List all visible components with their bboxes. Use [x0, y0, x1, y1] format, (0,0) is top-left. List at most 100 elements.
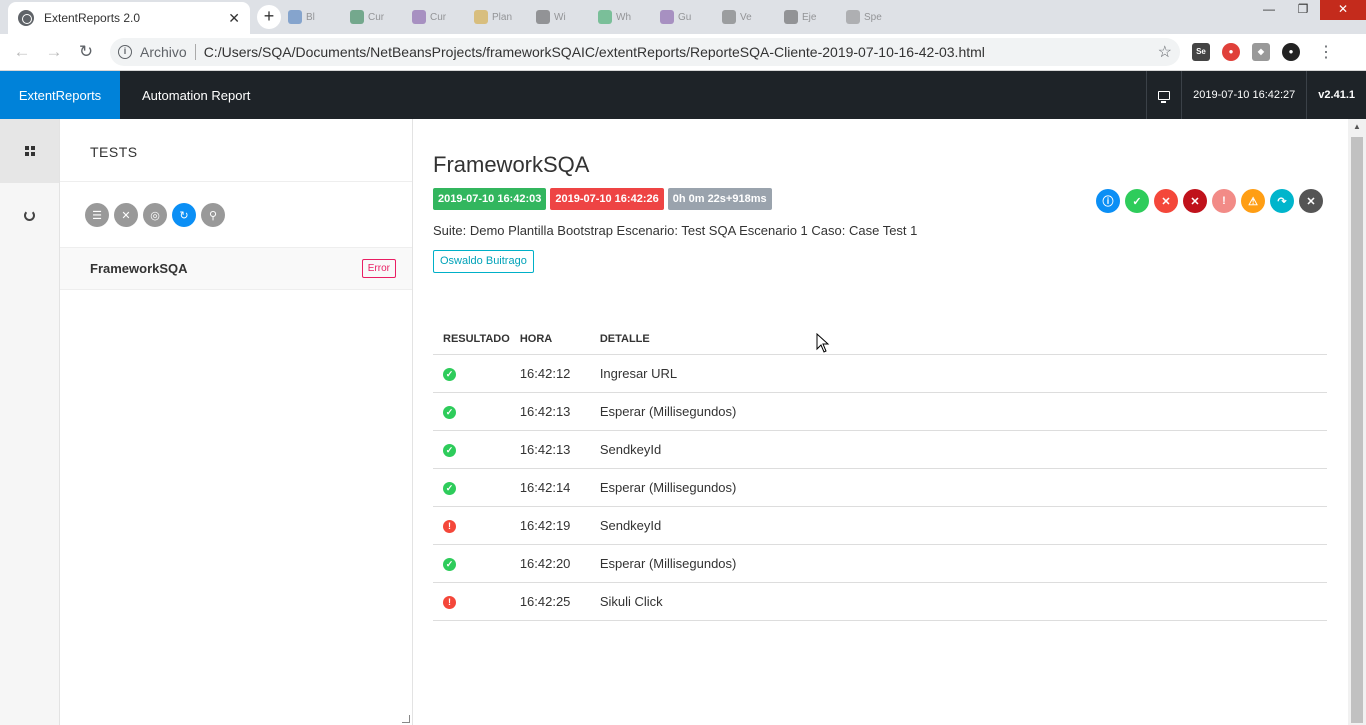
background-tab[interactable]: Gu [660, 6, 716, 28]
warning-status-icon[interactable]: ⚠ [1241, 189, 1265, 213]
background-tab[interactable]: Cur [412, 6, 468, 28]
background-tab[interactable]: Cur [350, 6, 406, 28]
background-tab[interactable]: Wi [536, 6, 592, 28]
test-description: Suite: Demo Plantilla Bootstrap Escenari… [433, 223, 918, 238]
clear-status-icon[interactable]: ✕ [1299, 189, 1323, 213]
forward-arrow-icon[interactable]: → [38, 42, 70, 62]
info-icon[interactable]: i [118, 45, 132, 59]
log-status-cell: ✓ [433, 392, 510, 431]
background-tab-title: Cur [430, 11, 447, 23]
tab-favicon-icon [412, 10, 426, 24]
pass-check-icon: ✓ [443, 481, 456, 495]
log-row: ✓ 16:42:13 Esperar (Millisegundos) [433, 392, 1327, 431]
refresh-icon[interactable]: ↻ [172, 203, 196, 227]
url-text[interactable]: C:/Users/SQA/Documents/NetBeansProjects/… [204, 44, 985, 60]
tab-favicon-icon [598, 10, 612, 24]
log-row: ✓ 16:42:20 Esperar (Millisegundos) [433, 544, 1327, 583]
reload-icon[interactable]: ↻ [70, 42, 102, 62]
fatal-status-icon[interactable]: ✕ [1183, 189, 1207, 213]
dashboard-nav-item[interactable] [0, 119, 59, 183]
background-tab[interactable]: Wh [598, 6, 654, 28]
skip-status-icon[interactable]: ↷ [1270, 189, 1294, 213]
background-tab[interactable]: Plan [474, 6, 530, 28]
col-time-header: HORA [509, 325, 600, 355]
test-title: FrameworkSQA [433, 152, 590, 177]
tab-favicon-icon [288, 10, 302, 24]
brand-logo[interactable]: ExtentReports [0, 71, 120, 119]
profile-avatar[interactable]: ● [1282, 43, 1300, 61]
pass-status-icon[interactable]: ✓ [1125, 189, 1149, 213]
background-tab-title: Spe [864, 11, 882, 23]
log-status-cell: ✓ [433, 354, 510, 393]
category-filter-icon[interactable]: ◎ [143, 203, 167, 227]
scheme-label: Archivo [140, 44, 187, 60]
background-tab[interactable]: Ve [722, 6, 778, 28]
test-name: FrameworkSQA [90, 261, 188, 276]
duration-chip: 0h 0m 22s+918ms [667, 188, 772, 210]
close-window-button[interactable]: ✕ [1320, 0, 1366, 20]
test-list-item[interactable]: FrameworkSQA Error [60, 248, 412, 290]
tab-favicon-icon [536, 10, 550, 24]
background-tab-title: Wh [616, 11, 631, 23]
filter-toolbar: ☰ ✕ ◎ ↻ ⚲ [60, 182, 412, 248]
log-row: ✓ 16:42:12 Ingresar URL [433, 354, 1327, 393]
fail-status-icon[interactable]: ✕ [1154, 189, 1178, 213]
address-toolbar: ← → ↻ i Archivo C:/Users/SQA/Documents/N… [0, 34, 1366, 71]
browser-tab-active[interactable]: ExtentReports 2.0 ✕ [8, 2, 250, 34]
log-time: 16:42:20 [509, 544, 600, 583]
background-tab-title: Wi [554, 11, 566, 23]
red-extension-icon[interactable]: ● [1222, 43, 1240, 61]
log-time: 16:42:13 [509, 392, 600, 431]
maximize-button[interactable]: ❐ [1286, 0, 1320, 20]
tab-favicon-icon [784, 10, 798, 24]
tab-favicon-icon [350, 10, 364, 24]
selenium-extension-icon[interactable]: Se [1192, 43, 1210, 61]
clear-filter-icon[interactable]: ✕ [114, 203, 138, 227]
log-detail: Esperar (Millisegundos) [599, 544, 1327, 583]
scrollbar-thumb[interactable] [1351, 137, 1363, 723]
bookmark-star-icon[interactable]: ☆ [1158, 42, 1172, 62]
col-status-header: RESULTADO [433, 325, 510, 355]
background-tab[interactable]: Bl [288, 6, 344, 28]
mouse-cursor-icon [816, 333, 830, 353]
globe-icon [18, 10, 34, 26]
divider [194, 44, 196, 60]
end-time-chip: 2019-07-10 16:42:26 [550, 188, 664, 210]
analysis-nav-item[interactable] [0, 183, 59, 247]
report-timestamp: 2019-07-10 16:42:27 [1181, 71, 1306, 119]
test-detail: FrameworkSQA 2019-07-10 16:42:03 2019-07… [413, 119, 1348, 725]
address-bar[interactable]: i Archivo C:/Users/SQA/Documents/NetBean… [110, 38, 1180, 66]
background-tab-title: Bl [306, 11, 315, 23]
background-tab[interactable]: Eje [784, 6, 840, 28]
status-filter-buttons: ⓘ ✓ ✕ ✕ ! ⚠ ↷ ✕ [1096, 189, 1323, 213]
background-tab-title: Plan [492, 11, 513, 23]
col-detail-header: DETALLE [599, 325, 1327, 355]
tab-favicon-icon [722, 10, 736, 24]
log-row: ! 16:42:19 SendkeyId [433, 506, 1327, 545]
log-table: RESULTADO HORA DETALLE ✓ 16:42:12 Ingresar… [433, 325, 1327, 621]
report-title: Automation Report [142, 87, 251, 103]
left-icon-rail [0, 119, 60, 725]
vertical-scrollbar[interactable]: ▲ [1348, 119, 1366, 725]
tests-heading: TESTS [60, 119, 412, 182]
browser-menu-icon[interactable]: ⋮ [1318, 42, 1334, 62]
scroll-up-arrow-icon[interactable]: ▲ [1348, 119, 1366, 135]
pass-check-icon: ✓ [443, 443, 456, 457]
monitor-icon[interactable] [1146, 71, 1181, 119]
resize-handle[interactable] [402, 715, 410, 723]
minimize-button[interactable]: — [1252, 0, 1286, 20]
log-time: 16:42:19 [509, 506, 600, 545]
log-row: ✓ 16:42:14 Esperar (Millisegundos) [433, 468, 1327, 507]
background-tab-title: Cur [368, 11, 385, 23]
background-tab[interactable]: Spe [846, 6, 902, 28]
search-icon[interactable]: ⚲ [201, 203, 225, 227]
error-status-icon[interactable]: ! [1212, 189, 1236, 213]
info-status-icon[interactable]: ⓘ [1096, 189, 1120, 213]
new-tab-button[interactable]: + [257, 5, 281, 29]
log-row: ! 16:42:25 Sikuli Click [433, 582, 1327, 621]
cube-extension-icon[interactable]: ◆ [1252, 43, 1270, 61]
author-badge[interactable]: Oswaldo Buitrago [433, 250, 534, 273]
tab-close-icon[interactable]: ✕ [228, 10, 240, 27]
back-arrow-icon[interactable]: ← [6, 42, 38, 62]
list-filter-icon[interactable]: ☰ [85, 203, 109, 227]
